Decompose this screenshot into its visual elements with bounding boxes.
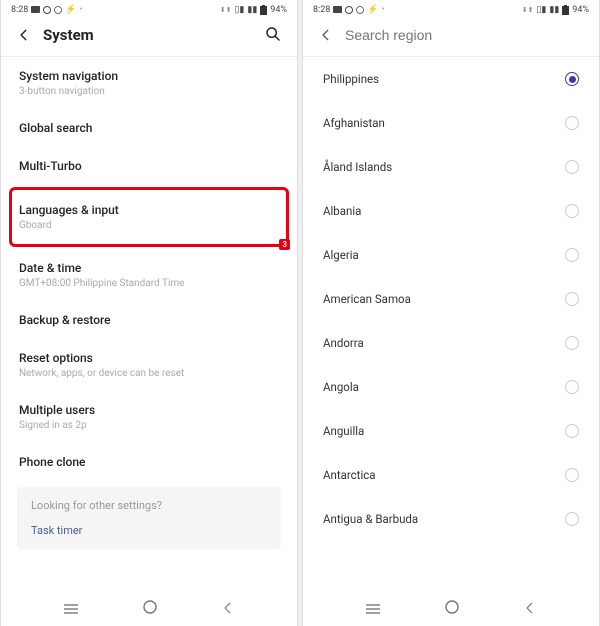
suggestion-question: Looking for other settings? [31, 499, 267, 512]
region-label: Afghanistan [323, 116, 385, 130]
phone-left: 8:28 ⚡ • ⬇⬆ ▯▮ ▮▮ 94% System System navi… [0, 0, 298, 626]
radio-icon[interactable] [565, 292, 579, 306]
menu-label: Date & time [19, 261, 279, 275]
radio-icon[interactable] [565, 248, 579, 262]
menu-sub: 3-button navigation [19, 86, 279, 97]
radio-icon[interactable] [565, 468, 579, 482]
messenger-icon [43, 6, 51, 14]
region-item[interactable]: Andorra [303, 321, 599, 365]
suggestion-link[interactable]: Task timer [31, 524, 267, 537]
video-icon [333, 6, 342, 13]
menu-multiple-users[interactable]: Multiple users Signed in as 2p [1, 391, 297, 443]
menu-phone-clone[interactable]: Phone clone [1, 443, 297, 481]
menu-label: Backup & restore [19, 313, 279, 327]
data-icon: ⬇⬆ [522, 6, 534, 14]
region-item[interactable]: Anguilla [303, 409, 599, 453]
recent-apps-button[interactable] [63, 600, 79, 619]
menu-sub: Gboard [19, 220, 279, 231]
menu-global-search[interactable]: Global search [1, 109, 297, 147]
signal2-icon: ▮▮ [549, 5, 559, 15]
statusbar-right: 8:28 ⚡ • ⬇⬆ ▯▮ ▮▮ 94% [303, 0, 599, 18]
region-label: Angola [323, 380, 359, 394]
region-label: Andorra [323, 336, 364, 350]
menu-label: Reset options [19, 351, 279, 365]
menu-label: System navigation [19, 69, 279, 83]
menu-date-time[interactable]: Date & time GMT+08:00 Philippine Standar… [1, 249, 297, 301]
region-label: American Samoa [323, 292, 411, 306]
battery-icon [562, 5, 569, 15]
info-icon [356, 6, 364, 14]
radio-icon[interactable] [565, 160, 579, 174]
highlight-box: 3 [9, 187, 289, 247]
region-item[interactable]: Afghanistan [303, 101, 599, 145]
home-button[interactable] [444, 599, 460, 619]
menu-multi-turbo[interactable]: Multi-Turbo [1, 147, 297, 185]
menu-label: Languages & input [19, 203, 279, 217]
region-label: Philippines [323, 72, 379, 86]
region-label: Algeria [323, 248, 359, 262]
signal2-icon: ▮▮ [247, 5, 257, 15]
region-label: Albania [323, 204, 361, 218]
radio-icon[interactable] [565, 512, 579, 526]
battery-pct: 94% [572, 5, 589, 15]
region-item[interactable]: Philippines [303, 57, 599, 101]
region-list[interactable]: Philippines Afghanistan Åland Islands Alban… [303, 57, 599, 592]
system-list: System navigation 3-button navigation Gl… [1, 57, 297, 592]
battery-pct: 94% [270, 5, 287, 15]
battery-icon [260, 5, 267, 15]
menu-label: Multiple users [19, 403, 279, 417]
search-icon[interactable] [265, 26, 283, 44]
nav-back-button[interactable] [523, 600, 537, 619]
suggestion-box: Looking for other settings? Task timer [17, 487, 281, 549]
search-region-input[interactable] [345, 27, 585, 43]
region-label: Anguilla [323, 424, 364, 438]
home-button[interactable] [142, 599, 158, 619]
radio-icon[interactable] [565, 116, 579, 130]
menu-system-navigation[interactable]: System navigation 3-button navigation [1, 57, 297, 109]
menu-label: Multi-Turbo [19, 159, 279, 173]
region-label: Antigua & Barbuda [323, 512, 418, 526]
region-item[interactable]: Angola [303, 365, 599, 409]
navbar-left [1, 592, 297, 626]
radio-icon[interactable] [565, 336, 579, 350]
radio-icon[interactable] [565, 204, 579, 218]
back-button[interactable] [317, 26, 335, 44]
radio-icon[interactable] [565, 72, 579, 86]
page-title: System [43, 26, 265, 44]
menu-sub: GMT+08:00 Philippine Standard Time [19, 278, 279, 289]
info-icon [54, 6, 62, 14]
statusbar-left: 8:28 ⚡ • ⬇⬆ ▯▮ ▮▮ 94% [1, 0, 297, 18]
navbar-right [303, 592, 599, 626]
data-icon: ⬇⬆ [220, 6, 232, 14]
menu-sub: Signed in as 2p [19, 420, 279, 431]
status-time: 8:28 [11, 5, 28, 15]
header-left: System [1, 18, 297, 57]
region-label: Antarctica [323, 468, 376, 482]
messenger-icon [345, 6, 353, 14]
menu-label: Phone clone [19, 455, 279, 469]
nav-back-button[interactable] [221, 600, 235, 619]
status-time: 8:28 [313, 5, 330, 15]
region-item[interactable]: Algeria [303, 233, 599, 277]
signal-icon: ▯▮ [234, 5, 244, 15]
menu-backup-restore[interactable]: Backup & restore [1, 301, 297, 339]
region-item[interactable]: American Samoa [303, 277, 599, 321]
region-item[interactable]: Åland Islands [303, 145, 599, 189]
recent-apps-button[interactable] [365, 600, 381, 619]
menu-languages-input[interactable]: Languages & input Gboard 3 [1, 191, 297, 243]
video-icon [31, 6, 40, 13]
radio-icon[interactable] [565, 424, 579, 438]
region-item[interactable]: Antigua & Barbuda [303, 497, 599, 541]
phone-right: 8:28 ⚡ • ⬇⬆ ▯▮ ▮▮ 94% Philippines Afghani… [302, 0, 600, 626]
region-label: Åland Islands [323, 160, 392, 174]
region-item[interactable]: Albania [303, 189, 599, 233]
back-button[interactable] [15, 26, 33, 44]
menu-sub: Network, apps, or device can be reset [19, 368, 279, 379]
menu-reset-options[interactable]: Reset options Network, apps, or device c… [1, 339, 297, 391]
region-item[interactable]: Antarctica [303, 453, 599, 497]
menu-label: Global search [19, 121, 279, 135]
signal-icon: ▯▮ [536, 5, 546, 15]
header-right [303, 18, 599, 57]
radio-icon[interactable] [565, 380, 579, 394]
